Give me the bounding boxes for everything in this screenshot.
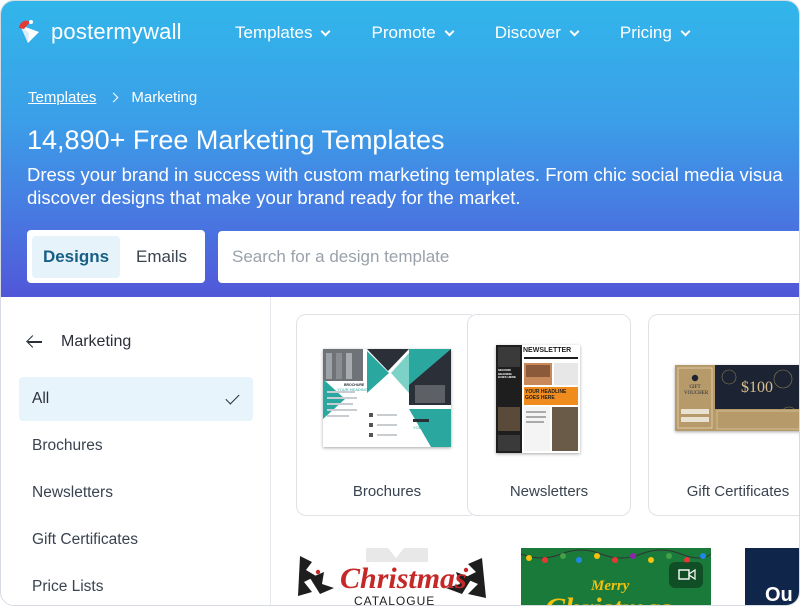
card-label: Newsletters <box>509 483 589 500</box>
partial-thumb-text: Ou <box>765 584 793 606</box>
logo-icon <box>19 20 39 43</box>
description-line: discover designs that make your brand re… <box>27 187 521 208</box>
checkmark-icon <box>225 389 240 405</box>
newsletter-masthead: NEWSLETTER <box>523 347 572 354</box>
breadcrumb-current: Marketing <box>131 89 198 106</box>
category-card-gift-certificates[interactable]: GIFT VOUCHER $100 Gift Certificates <box>648 314 799 516</box>
newsletter-second-heading: SECOND HEADING GOES HERE <box>498 368 516 380</box>
page: postermywall Templates Promote Discover … <box>0 0 800 606</box>
sidebar-item-label: Gift Certificates <box>32 531 138 548</box>
nav-promote[interactable]: Promote <box>371 23 455 43</box>
sidebar-item-all[interactable]: All <box>19 377 253 421</box>
merry-christmas-text: Christmas <box>545 592 672 605</box>
nav-label: Discover <box>494 23 561 42</box>
nav-pricing[interactable]: Pricing <box>619 23 691 43</box>
sidebar-back-button[interactable]: Marketing <box>27 333 131 351</box>
arrow-left-icon <box>27 336 43 348</box>
catalogue-text: CATALOGUE <box>354 594 436 606</box>
nav-label: Promote <box>371 23 436 42</box>
sidebar-item-label: All <box>32 390 50 407</box>
search-bar <box>218 231 799 283</box>
page-description: Dress your brand in success with custom … <box>27 163 799 209</box>
gift-amount-text: $100 <box>741 379 773 396</box>
category-card-brochures[interactable]: BROCHURE YOUR HEADING YOUR COMPANY Broch… <box>296 314 478 516</box>
category-sidebar: Marketing All Brochures Newsletters Gift… <box>1 297 271 605</box>
search-input[interactable] <box>232 247 799 267</box>
christmas-title: Christmas <box>340 562 467 595</box>
breadcrumb: Templates Marketing <box>28 89 197 106</box>
chevron-right-icon <box>108 92 119 103</box>
sidebar-item-label: Price Lists <box>32 578 104 595</box>
sidebar-item-newsletters[interactable]: Newsletters <box>19 471 253 515</box>
card-label: Brochures <box>352 483 422 500</box>
sidebar-item-gift-certificates[interactable]: Gift Certificates <box>19 518 253 562</box>
newsletter-headline: YOUR HEADLINE GOES HERE <box>525 389 567 401</box>
brand-logo[interactable]: postermywall <box>17 19 182 45</box>
template-thumb-merry-christmas[interactable]: Merry Christmas <box>521 548 711 605</box>
brochure-thumbnail: BROCHURE YOUR HEADING YOUR COMPANY <box>323 349 451 447</box>
category-list: All Brochures Newsletters Gift Certifica… <box>19 377 253 605</box>
hero-banner: postermywall Templates Promote Discover … <box>1 1 799 297</box>
nav-label: Templates <box>235 23 313 42</box>
nav-label: Pricing <box>619 23 672 42</box>
template-type-switch: Designs Emails <box>27 230 205 283</box>
sidebar-item-label: Newsletters <box>32 484 113 501</box>
brochure-heading-text: YOUR HEADING <box>337 387 368 392</box>
newsletter-thumbnail: NEWSLETTER SECOND HEADING GOES HERE YOUR… <box>496 345 580 453</box>
gift-voucher-text: GIFT VOUCHER <box>684 385 709 396</box>
description-line: Dress your brand in success with custom … <box>27 164 783 185</box>
brand-name: postermywall <box>51 19 182 44</box>
breadcrumb-templates-link[interactable]: Templates <box>28 89 96 106</box>
chevron-down-icon <box>569 26 580 36</box>
sidebar-item-price-lists[interactable]: Price Lists <box>19 565 253 605</box>
brochure-company-text: YOUR COMPANY <box>413 425 446 430</box>
sidebar-item-brochures[interactable]: Brochures <box>19 424 253 468</box>
sidebar-heading: Marketing <box>61 333 132 350</box>
gift-artwork <box>675 365 799 431</box>
nav-discover[interactable]: Discover <box>494 23 580 43</box>
template-thumb-christmas-catalogue[interactable]: Christmas CATALOGUE <box>296 548 488 606</box>
page-title: 14,890+ Free Marketing Templates <box>27 125 445 155</box>
chevron-down-icon <box>680 26 691 36</box>
sidebar-item-label: Brochures <box>32 437 103 454</box>
chevron-down-icon <box>444 26 455 36</box>
chevron-down-icon <box>321 26 331 36</box>
emails-tab[interactable]: Emails <box>124 236 199 278</box>
brochure-artwork <box>323 349 451 447</box>
template-thumb-partial[interactable]: Ou <box>745 548 799 606</box>
gift-certificate-thumbnail: GIFT VOUCHER $100 <box>675 365 799 431</box>
category-card-newsletters[interactable]: NEWSLETTER SECOND HEADING GOES HERE YOUR… <box>467 314 631 516</box>
nav-templates[interactable]: Templates <box>235 23 331 43</box>
main-nav: Templates Promote Discover Pricing <box>235 23 691 43</box>
card-label: Gift Certificates <box>686 483 790 500</box>
designs-tab[interactable]: Designs <box>32 235 120 278</box>
